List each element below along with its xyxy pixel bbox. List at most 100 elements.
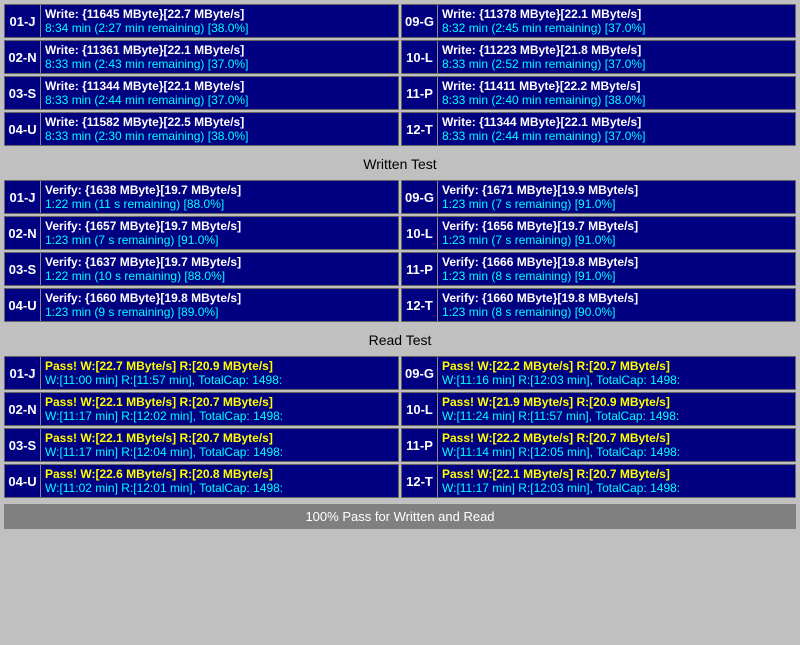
row-info: Pass! W:[22.7 MByte/s] R:[20.9 MByte/s] … — [41, 357, 398, 389]
row-id: 03-S — [5, 77, 41, 109]
row-id: 04-U — [5, 465, 41, 497]
row-info: Verify: {1671 MByte}[19.9 MByte/s] 1:23 … — [438, 181, 795, 213]
row-line1: Verify: {1638 MByte}[19.7 MByte/s] — [45, 183, 394, 197]
write-test-grid: 01-J Write: {11645 MByte}[22.7 MByte/s] … — [4, 4, 796, 148]
row-line2: W:[11:00 min] R:[11:57 min], TotalCap: 1… — [45, 373, 394, 387]
row-line2: 8:32 min (2:45 min remaining) [37.0%] — [442, 21, 791, 35]
row-line1: Verify: {1660 MByte}[19.8 MByte/s] — [45, 291, 394, 305]
row-info: Pass! W:[22.1 MByte/s] R:[20.7 MByte/s] … — [438, 465, 795, 497]
row-info: Pass! W:[22.1 MByte/s] R:[20.7 MByte/s] … — [41, 429, 398, 461]
row-line2: 8:33 min (2:52 min remaining) [37.0%] — [442, 57, 791, 71]
row-info: Verify: {1666 MByte}[19.8 MByte/s] 1:23 … — [438, 253, 795, 285]
table-row: 04-U Write: {11582 MByte}[22.5 MByte/s] … — [4, 112, 399, 146]
row-line2: 1:23 min (8 s remaining) [91.0%] — [442, 269, 791, 283]
row-line1: Verify: {1657 MByte}[19.7 MByte/s] — [45, 219, 394, 233]
verify-test-section: 01-J Verify: {1638 MByte}[19.7 MByte/s] … — [4, 180, 796, 324]
row-id: 01-J — [5, 357, 41, 389]
row-line2: W:[11:24 min] R:[11:57 min], TotalCap: 1… — [442, 409, 791, 423]
row-line1: Verify: {1666 MByte}[19.8 MByte/s] — [442, 255, 791, 269]
row-id: 09-G — [402, 357, 438, 389]
row-line1: Pass! W:[22.2 MByte/s] R:[20.7 MByte/s] — [442, 359, 791, 373]
row-line1: Pass! W:[22.1 MByte/s] R:[20.7 MByte/s] — [45, 431, 394, 445]
row-line2: 1:22 min (10 s remaining) [88.0%] — [45, 269, 394, 283]
row-line2: W:[11:17 min] R:[12:03 min], TotalCap: 1… — [442, 481, 791, 495]
row-line2: 1:23 min (7 s remaining) [91.0%] — [442, 197, 791, 211]
table-row: 11-P Pass! W:[22.2 MByte/s] R:[20.7 MByt… — [401, 428, 796, 462]
verify-right-col: 09-G Verify: {1671 MByte}[19.9 MByte/s] … — [401, 180, 796, 324]
written-test-header: Written Test — [4, 152, 796, 176]
row-line2: 1:22 min (11 s remaining) [88.0%] — [45, 197, 394, 211]
row-line2: 8:33 min (2:43 min remaining) [37.0%] — [45, 57, 394, 71]
read-test-grid: 01-J Pass! W:[22.7 MByte/s] R:[20.9 MByt… — [4, 356, 796, 500]
table-row: 12-T Write: {11344 MByte}[22.1 MByte/s] … — [401, 112, 796, 146]
row-line1: Verify: {1671 MByte}[19.9 MByte/s] — [442, 183, 791, 197]
row-line1: Write: {11223 MByte}[21.8 MByte/s] — [442, 43, 791, 57]
read-test-section: 01-J Pass! W:[22.7 MByte/s] R:[20.9 MByt… — [4, 356, 796, 500]
row-line1: Write: {11344 MByte}[22.1 MByte/s] — [442, 115, 791, 129]
row-info: Write: {11223 MByte}[21.8 MByte/s] 8:33 … — [438, 41, 795, 73]
row-id: 03-S — [5, 253, 41, 285]
row-id: 10-L — [402, 393, 438, 425]
row-line2: W:[11:17 min] R:[12:02 min], TotalCap: 1… — [45, 409, 394, 423]
read-right-col: 09-G Pass! W:[22.2 MByte/s] R:[20.7 MByt… — [401, 356, 796, 500]
table-row: 12-T Pass! W:[22.1 MByte/s] R:[20.7 MByt… — [401, 464, 796, 498]
row-line2: 8:33 min (2:40 min remaining) [38.0%] — [442, 93, 791, 107]
row-info: Write: {11378 MByte}[22.1 MByte/s] 8:32 … — [438, 5, 795, 37]
table-row: 02-N Verify: {1657 MByte}[19.7 MByte/s] … — [4, 216, 399, 250]
table-row: 11-P Write: {11411 MByte}[22.2 MByte/s] … — [401, 76, 796, 110]
table-row: 09-G Write: {11378 MByte}[22.1 MByte/s] … — [401, 4, 796, 38]
row-info: Verify: {1656 MByte}[19.7 MByte/s] 1:23 … — [438, 217, 795, 249]
row-id: 02-N — [5, 393, 41, 425]
row-line1: Pass! W:[22.6 MByte/s] R:[20.8 MByte/s] — [45, 467, 394, 481]
row-info: Pass! W:[21.9 MByte/s] R:[20.9 MByte/s] … — [438, 393, 795, 425]
row-id: 11-P — [402, 429, 438, 461]
row-id: 11-P — [402, 77, 438, 109]
table-row: 01-J Pass! W:[22.7 MByte/s] R:[20.9 MByt… — [4, 356, 399, 390]
table-row: 10-L Write: {11223 MByte}[21.8 MByte/s] … — [401, 40, 796, 74]
row-id: 12-T — [402, 289, 438, 321]
row-info: Pass! W:[22.1 MByte/s] R:[20.7 MByte/s] … — [41, 393, 398, 425]
row-line1: Pass! W:[21.9 MByte/s] R:[20.9 MByte/s] — [442, 395, 791, 409]
row-id: 01-J — [5, 181, 41, 213]
row-line2: 8:34 min (2:27 min remaining) [38.0%] — [45, 21, 394, 35]
table-row: 10-L Pass! W:[21.9 MByte/s] R:[20.9 MByt… — [401, 392, 796, 426]
row-line2: W:[11:17 min] R:[12:04 min], TotalCap: 1… — [45, 445, 394, 459]
row-info: Pass! W:[22.2 MByte/s] R:[20.7 MByte/s] … — [438, 429, 795, 461]
read-left-col: 01-J Pass! W:[22.7 MByte/s] R:[20.9 MByt… — [4, 356, 399, 500]
main-container: 01-J Write: {11645 MByte}[22.7 MByte/s] … — [0, 0, 800, 533]
row-id: 10-L — [402, 217, 438, 249]
row-info: Verify: {1638 MByte}[19.7 MByte/s] 1:22 … — [41, 181, 398, 213]
row-info: Write: {11645 MByte}[22.7 MByte/s] 8:34 … — [41, 5, 398, 37]
table-row: 11-P Verify: {1666 MByte}[19.8 MByte/s] … — [401, 252, 796, 286]
row-line2: W:[11:02 min] R:[12:01 min], TotalCap: 1… — [45, 481, 394, 495]
row-info: Write: {11361 MByte}[22.1 MByte/s] 8:33 … — [41, 41, 398, 73]
row-line1: Write: {11645 MByte}[22.7 MByte/s] — [45, 7, 394, 21]
row-id: 02-N — [5, 217, 41, 249]
row-line2: 1:23 min (7 s remaining) [91.0%] — [45, 233, 394, 247]
row-info: Write: {11344 MByte}[22.1 MByte/s] 8:33 … — [41, 77, 398, 109]
row-info: Write: {11582 MByte}[22.5 MByte/s] 8:33 … — [41, 113, 398, 145]
row-id: 01-J — [5, 5, 41, 37]
row-line1: Write: {11582 MByte}[22.5 MByte/s] — [45, 115, 394, 129]
write-right-col: 09-G Write: {11378 MByte}[22.1 MByte/s] … — [401, 4, 796, 148]
row-line2: W:[11:16 min] R:[12:03 min], TotalCap: 1… — [442, 373, 791, 387]
row-line1: Pass! W:[22.1 MByte/s] R:[20.7 MByte/s] — [45, 395, 394, 409]
row-line1: Write: {11361 MByte}[22.1 MByte/s] — [45, 43, 394, 57]
row-line1: Verify: {1656 MByte}[19.7 MByte/s] — [442, 219, 791, 233]
row-line2: 1:23 min (9 s remaining) [89.0%] — [45, 305, 394, 319]
row-id: 03-S — [5, 429, 41, 461]
verify-test-grid: 01-J Verify: {1638 MByte}[19.7 MByte/s] … — [4, 180, 796, 324]
row-id: 04-U — [5, 113, 41, 145]
row-line1: Pass! W:[22.7 MByte/s] R:[20.9 MByte/s] — [45, 359, 394, 373]
table-row: 01-J Verify: {1638 MByte}[19.7 MByte/s] … — [4, 180, 399, 214]
table-row: 12-T Verify: {1660 MByte}[19.8 MByte/s] … — [401, 288, 796, 322]
row-line2: 1:23 min (8 s remaining) [90.0%] — [442, 305, 791, 319]
row-line2: 1:23 min (7 s remaining) [91.0%] — [442, 233, 791, 247]
table-row: 03-S Write: {11344 MByte}[22.1 MByte/s] … — [4, 76, 399, 110]
verify-left-col: 01-J Verify: {1638 MByte}[19.7 MByte/s] … — [4, 180, 399, 324]
row-info: Verify: {1660 MByte}[19.8 MByte/s] 1:23 … — [41, 289, 398, 321]
row-id: 09-G — [402, 5, 438, 37]
table-row: 01-J Write: {11645 MByte}[22.7 MByte/s] … — [4, 4, 399, 38]
table-row: 04-U Verify: {1660 MByte}[19.8 MByte/s] … — [4, 288, 399, 322]
row-id: 11-P — [402, 253, 438, 285]
